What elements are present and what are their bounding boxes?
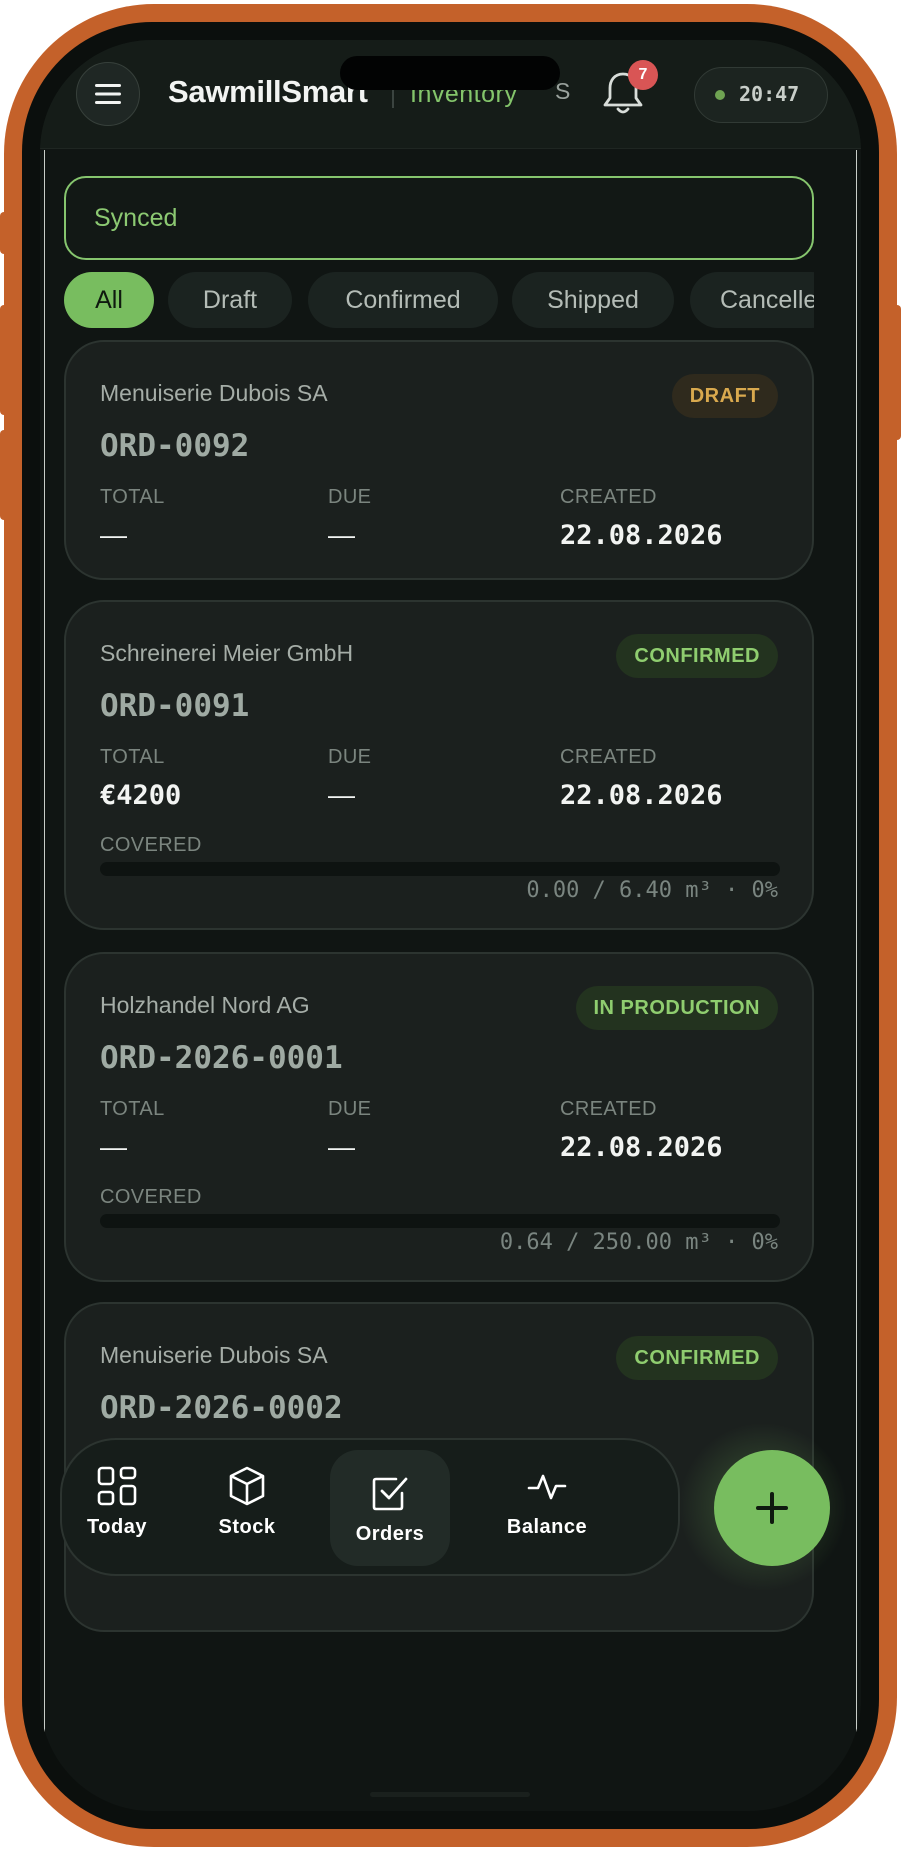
sync-status-text: Synced bbox=[94, 204, 178, 232]
filter-chip-label: All bbox=[95, 285, 123, 314]
app-title: SawmillSmart bbox=[168, 74, 368, 109]
menu-button[interactable] bbox=[76, 62, 140, 126]
nav-balance[interactable]: Balance bbox=[482, 1458, 612, 1558]
due-label: DUE bbox=[328, 486, 372, 508]
due-value: — bbox=[328, 780, 355, 810]
covered-text: 0.64 / 250.00 m³ · 0% bbox=[499, 1230, 778, 1255]
sync-status-field[interactable]: Synced bbox=[64, 176, 814, 260]
order-customer: Menuiserie Dubois SA bbox=[100, 1342, 328, 1368]
device-button-left-1 bbox=[0, 212, 8, 254]
order-number: ORD-2026-0001 bbox=[100, 1040, 343, 1076]
filter-chip-draft[interactable]: Draft bbox=[168, 272, 292, 328]
created-label: CREATED bbox=[560, 1098, 657, 1120]
due-label: DUE bbox=[328, 746, 372, 768]
created-label: CREATED bbox=[560, 746, 657, 768]
status-badge: CONFIRMED bbox=[616, 634, 778, 678]
online-dot bbox=[715, 90, 725, 100]
camera-notch bbox=[340, 56, 560, 90]
nav-today-label: Today bbox=[87, 1516, 147, 1538]
due-value: — bbox=[328, 520, 355, 550]
created-label: CREATED bbox=[560, 486, 657, 508]
nav-orders-label: Orders bbox=[355, 1522, 425, 1545]
covered-label: COVERED bbox=[100, 834, 202, 856]
filter-chip-all[interactable]: All bbox=[64, 272, 154, 328]
filter-chips: All Draft Confirmed Shipped Cancelled bbox=[64, 272, 814, 328]
covered-text: 0.00 / 6.40 m³ · 0% bbox=[526, 878, 778, 903]
device-button-right bbox=[893, 305, 901, 440]
order-customer: Menuiserie Dubois SA bbox=[100, 380, 328, 406]
order-customer: Schreinerei Meier GmbH bbox=[100, 640, 354, 666]
order-card[interactable]: Menuiserie Dubois SA DRAFT ORD-0092 TOTA… bbox=[64, 340, 814, 580]
due-label: DUE bbox=[328, 1098, 372, 1120]
box-icon bbox=[229, 1466, 265, 1506]
order-customer: Holzhandel Nord AG bbox=[100, 992, 310, 1018]
filter-chip-label: Cancelled bbox=[720, 285, 814, 314]
total-label: TOTAL bbox=[100, 746, 165, 768]
notification-badge: 7 bbox=[628, 60, 658, 90]
total-value: €4200 bbox=[100, 780, 182, 811]
due-value: — bbox=[328, 1132, 355, 1162]
order-number: ORD-0091 bbox=[100, 688, 250, 724]
add-order-button[interactable] bbox=[714, 1450, 830, 1566]
total-value: — bbox=[100, 1132, 127, 1162]
pulse-icon bbox=[527, 1474, 567, 1500]
total-label: TOTAL bbox=[100, 486, 165, 508]
covered-label: COVERED bbox=[100, 1186, 202, 1208]
plus-icon bbox=[756, 1492, 788, 1524]
filter-chip-shipped[interactable]: Shipped bbox=[512, 272, 674, 328]
filter-chip-label: Shipped bbox=[547, 285, 639, 314]
order-card[interactable]: Holzhandel Nord AG IN PRODUCTION ORD-202… bbox=[64, 952, 814, 1282]
total-label: TOTAL bbox=[100, 1098, 165, 1120]
device-button-left-3 bbox=[0, 430, 8, 520]
nav-stock-label: Stock bbox=[218, 1516, 276, 1538]
filter-chip-confirmed[interactable]: Confirmed bbox=[308, 272, 498, 328]
order-card[interactable]: Schreinerei Meier GmbH CONFIRMED ORD-009… bbox=[64, 600, 814, 930]
status-badge: IN PRODUCTION bbox=[575, 986, 778, 1030]
nav-today[interactable]: Today bbox=[62, 1458, 172, 1558]
device-button-left-2 bbox=[0, 305, 8, 415]
filter-chip-label: Draft bbox=[202, 285, 258, 314]
created-value: 22.08.2026 bbox=[560, 1132, 723, 1163]
order-number: ORD-0092 bbox=[100, 428, 250, 464]
status-badge: DRAFT bbox=[671, 374, 778, 418]
filter-chip-label: Confirmed bbox=[345, 285, 461, 314]
nav-orders[interactable]: Orders bbox=[330, 1450, 450, 1566]
sync-clock-pill: 20:47 bbox=[694, 67, 828, 123]
created-value: 22.08.2026 bbox=[560, 520, 723, 551]
nav-stock[interactable]: Stock bbox=[192, 1458, 302, 1558]
checkbox-icon bbox=[372, 1477, 408, 1510]
bottom-nav: Today Stock Orders Balance bbox=[60, 1438, 680, 1576]
covered-progress-bar bbox=[100, 862, 780, 876]
hamburger-icon bbox=[95, 84, 121, 104]
filter-chip-cancelled[interactable]: Cancelled bbox=[690, 272, 814, 328]
grid-icon bbox=[97, 1466, 137, 1506]
covered-progress-bar bbox=[100, 1214, 780, 1228]
clock-time: 20:47 bbox=[739, 82, 800, 106]
total-value: — bbox=[100, 520, 127, 550]
home-indicator bbox=[370, 1792, 530, 1797]
created-value: 22.08.2026 bbox=[560, 780, 723, 811]
app-screen: SawmillSmart Inventory S 7 20:47 Synced … bbox=[40, 40, 861, 1811]
status-badge: CONFIRMED bbox=[616, 1336, 778, 1380]
order-number: ORD-2026-0002 bbox=[100, 1390, 343, 1426]
nav-balance-label: Balance bbox=[506, 1516, 588, 1538]
